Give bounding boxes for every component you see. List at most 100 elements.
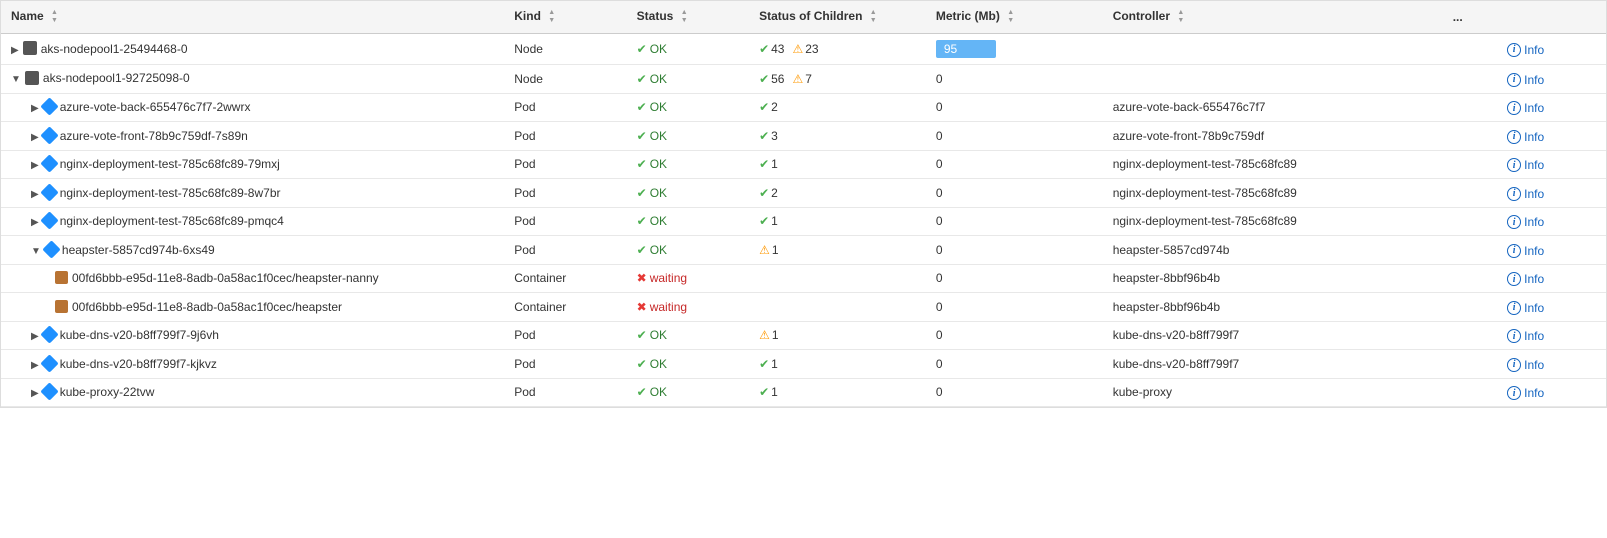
pod-icon: [40, 212, 58, 230]
info-label: Info: [1524, 301, 1544, 315]
expand-button[interactable]: [31, 331, 39, 342]
resource-name: kube-dns-v20-b8ff799f7-kjkvz: [60, 357, 217, 371]
info-link[interactable]: iInfo: [1507, 130, 1544, 144]
cell-kind: Pod: [504, 150, 626, 179]
info-link[interactable]: iInfo: [1507, 215, 1544, 229]
sort-icon-name[interactable]: ▲▼: [51, 9, 58, 25]
expand-button[interactable]: [31, 132, 39, 143]
table-row[interactable]: 00fd6bbb-e95d-11e8-8adb-0a58ac1f0cec/hea…: [1, 264, 1606, 293]
table-row[interactable]: azure-vote-back-655476c7f7-2wwrxPodOK20a…: [1, 93, 1606, 122]
info-link[interactable]: iInfo: [1507, 158, 1544, 172]
cell-info[interactable]: iInfo: [1497, 34, 1606, 65]
cell-status: OK: [627, 34, 749, 65]
cell-info[interactable]: iInfo: [1497, 293, 1606, 322]
cell-info[interactable]: iInfo: [1497, 321, 1606, 350]
metric-value: 0: [936, 157, 943, 171]
info-label: Info: [1524, 158, 1544, 172]
cell-name: heapster-5857cd974b-6xs49: [1, 236, 504, 265]
info-icon: i: [1507, 187, 1521, 201]
expand-button[interactable]: [31, 189, 39, 200]
col-header-kind[interactable]: Kind ▲▼: [504, 1, 626, 34]
cell-info[interactable]: iInfo: [1497, 264, 1606, 293]
cell-dots: [1443, 321, 1497, 350]
table-row[interactable]: azure-vote-front-78b9c759df-7s89nPodOK30…: [1, 122, 1606, 151]
table-row[interactable]: aks-nodepool1-25494468-0NodeOK432395iInf…: [1, 34, 1606, 65]
pod-icon: [40, 383, 58, 401]
info-link[interactable]: iInfo: [1507, 301, 1544, 315]
col-header-children[interactable]: Status of Children ▲▼: [749, 1, 926, 34]
cell-metric: 0: [926, 321, 1103, 350]
cell-info[interactable]: iInfo: [1497, 236, 1606, 265]
cell-info[interactable]: iInfo: [1497, 179, 1606, 208]
info-link[interactable]: iInfo: [1507, 386, 1544, 400]
info-link[interactable]: iInfo: [1507, 272, 1544, 286]
cell-info[interactable]: iInfo: [1497, 93, 1606, 122]
status-badge: OK: [637, 157, 667, 171]
resource-table: Name ▲▼ Kind ▲▼ Status ▲▼ Status of Chil…: [1, 1, 1606, 407]
sort-icon-status[interactable]: ▲▼: [681, 9, 688, 25]
info-link[interactable]: iInfo: [1507, 244, 1544, 258]
cell-dots: [1443, 236, 1497, 265]
table-row[interactable]: kube-dns-v20-b8ff799f7-9j6vhPodOK10kube-…: [1, 321, 1606, 350]
cell-info[interactable]: iInfo: [1497, 350, 1606, 379]
table-row[interactable]: nginx-deployment-test-785c68fc89-79mxj Po…: [1, 150, 1606, 179]
cell-info[interactable]: iInfo: [1497, 122, 1606, 151]
table-row[interactable]: nginx-deployment-test-785c68fc89-8w7brPo…: [1, 179, 1606, 208]
col-header-metric[interactable]: Metric (Mb) ▲▼: [926, 1, 1103, 34]
info-label: Info: [1524, 43, 1544, 57]
info-label: Info: [1524, 101, 1544, 115]
expand-button[interactable]: [11, 74, 21, 85]
children-warn-count: 1: [759, 328, 778, 342]
metric-value: 0: [936, 100, 943, 114]
table-header-row: Name ▲▼ Kind ▲▼ Status ▲▼ Status of Chil…: [1, 1, 1606, 34]
table-row[interactable]: 00fd6bbb-e95d-11e8-8adb-0a58ac1f0cec/hea…: [1, 293, 1606, 322]
sort-icon-children[interactable]: ▲▼: [870, 9, 877, 25]
info-link[interactable]: iInfo: [1507, 101, 1544, 115]
cell-info[interactable]: iInfo: [1497, 150, 1606, 179]
info-label: Info: [1524, 130, 1544, 144]
expand-button[interactable]: [31, 360, 39, 371]
col-header-status[interactable]: Status ▲▼: [627, 1, 749, 34]
expand-button[interactable]: [31, 388, 39, 399]
sort-icon-kind[interactable]: ▲▼: [548, 9, 555, 25]
col-header-controller[interactable]: Controller ▲▼: [1103, 1, 1443, 34]
col-header-dots: ...: [1443, 1, 1497, 34]
expand-button[interactable]: [11, 45, 19, 56]
metric-value: 0: [936, 300, 943, 314]
resource-name: nginx-deployment-test-785c68fc89-79mxj: [60, 157, 280, 171]
table-row[interactable]: kube-proxy-22tvwPodOK10kube-proxyiInfo: [1, 378, 1606, 407]
cell-status: OK: [627, 207, 749, 236]
expand-button[interactable]: [31, 103, 39, 114]
expand-button[interactable]: [31, 217, 39, 228]
status-badge: OK: [637, 186, 667, 200]
sort-icon-controller[interactable]: ▲▼: [1177, 9, 1184, 25]
cell-kind: Pod: [504, 321, 626, 350]
info-link[interactable]: iInfo: [1507, 187, 1544, 201]
info-link[interactable]: iInfo: [1507, 329, 1544, 343]
cell-kind: Node: [504, 65, 626, 94]
node-icon: [23, 41, 37, 55]
expand-button[interactable]: [31, 246, 41, 257]
table-row[interactable]: heapster-5857cd974b-6xs49PodOK10heapster…: [1, 236, 1606, 265]
expand-button[interactable]: [31, 160, 39, 171]
info-link[interactable]: iInfo: [1507, 43, 1544, 57]
status-badge: waiting: [637, 300, 687, 314]
cell-info[interactable]: iInfo: [1497, 65, 1606, 94]
resource-name: azure-vote-front-78b9c759df-7s89n: [60, 129, 248, 143]
cell-info[interactable]: iInfo: [1497, 207, 1606, 236]
pod-icon: [40, 98, 58, 116]
info-icon: i: [1507, 101, 1521, 115]
cell-name: kube-dns-v20-b8ff799f7-kjkvz: [1, 350, 504, 379]
sort-icon-metric[interactable]: ▲▼: [1007, 9, 1014, 25]
table-row[interactable]: kube-dns-v20-b8ff799f7-kjkvzPodOK10kube-…: [1, 350, 1606, 379]
cell-controller: heapster-8bbf96b4b: [1103, 293, 1443, 322]
table-row[interactable]: nginx-deployment-test-785c68fc89-pmqc4Po…: [1, 207, 1606, 236]
cell-info[interactable]: iInfo: [1497, 378, 1606, 407]
info-link[interactable]: iInfo: [1507, 73, 1544, 87]
info-link[interactable]: iInfo: [1507, 358, 1544, 372]
table-row[interactable]: aks-nodepool1-92725098-0NodeOK5670iInfo: [1, 65, 1606, 94]
cell-controller: azure-vote-front-78b9c759df: [1103, 122, 1443, 151]
col-header-name[interactable]: Name ▲▼: [1, 1, 504, 34]
metric-value: 0: [936, 129, 943, 143]
resource-name: 00fd6bbb-e95d-11e8-8adb-0a58ac1f0cec/hea…: [72, 271, 379, 285]
